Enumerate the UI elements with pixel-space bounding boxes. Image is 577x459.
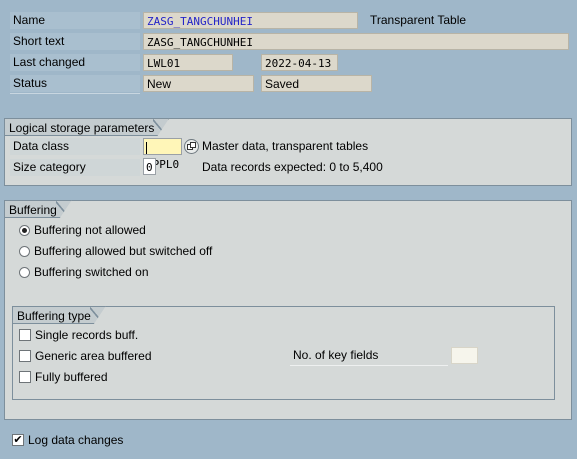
header-divider xyxy=(10,93,140,94)
buffering-title: Buffering xyxy=(4,200,72,218)
checkbox-label: Single records buff. xyxy=(35,328,139,342)
radio-label: Buffering allowed but switched off xyxy=(34,244,213,258)
value-help-icon[interactable] xyxy=(184,139,199,154)
status-label: Status xyxy=(10,75,140,92)
data-class-input[interactable]: APPL0 xyxy=(143,138,182,171)
checkbox-fully-buffered[interactable]: Fully buffered xyxy=(19,368,108,386)
buffering-type-title: Buffering type xyxy=(12,306,106,324)
text-caret xyxy=(146,142,147,154)
radio-buffering-switched-on[interactable]: Buffering switched on xyxy=(19,263,149,281)
key-fields-input[interactable] xyxy=(451,347,478,364)
checkbox-generic-area[interactable]: Generic area buffered xyxy=(19,347,152,365)
key-fields-label: No. of key fields xyxy=(293,348,379,362)
status-field[interactable]: New xyxy=(143,75,254,92)
checkbox-log-data-changes[interactable]: ✔ Log data changes xyxy=(12,431,123,449)
name-label: Name xyxy=(10,12,140,29)
last-changed-label: Last changed xyxy=(10,54,140,71)
radio-label: Buffering switched on xyxy=(34,265,149,279)
size-category-input[interactable]: 0 xyxy=(143,158,156,175)
data-class-description: Master data, transparent tables xyxy=(202,139,369,153)
checkbox-label: Generic area buffered xyxy=(35,349,152,363)
logical-storage-title: Logical storage parameters xyxy=(4,118,169,136)
checkbox-empty-icon xyxy=(19,350,31,362)
table-type-text: Transparent Table xyxy=(370,13,467,27)
last-changed-date-field[interactable]: 2022-04-13 xyxy=(261,54,338,71)
radio-label: Buffering not allowed xyxy=(34,223,146,237)
data-class-label: Data class xyxy=(10,138,140,155)
checkbox-single-records[interactable]: Single records buff. xyxy=(19,326,138,344)
size-category-description: Data records expected: 0 to 5,400 xyxy=(202,160,383,174)
checkbox-label: Log data changes xyxy=(28,433,124,447)
size-category-label: Size category xyxy=(10,159,140,176)
radio-buffering-allowed-off[interactable]: Buffering allowed but switched off xyxy=(19,242,212,260)
short-text-label: Short text xyxy=(10,33,140,50)
key-fields-underline xyxy=(290,365,448,366)
checkbox-empty-icon xyxy=(19,329,31,341)
checkbox-empty-icon xyxy=(19,371,31,383)
checkbox-checked-icon: ✔ xyxy=(12,434,24,446)
checkbox-label: Fully buffered xyxy=(35,370,108,384)
status-saved-field[interactable]: Saved xyxy=(261,75,372,92)
radio-buffering-not-allowed[interactable]: Buffering not allowed xyxy=(19,221,146,239)
table-name-field[interactable]: ZASG_TANGCHUNHEI xyxy=(143,12,358,29)
radio-unselected-icon xyxy=(19,266,30,278)
last-changed-user-field[interactable]: LWL01 xyxy=(143,54,233,71)
radio-unselected-icon xyxy=(19,245,30,257)
short-text-field[interactable]: ZASG_TANGCHUNHEI xyxy=(143,33,569,50)
value-help-glyph xyxy=(187,142,196,150)
radio-selected-icon xyxy=(19,224,30,236)
